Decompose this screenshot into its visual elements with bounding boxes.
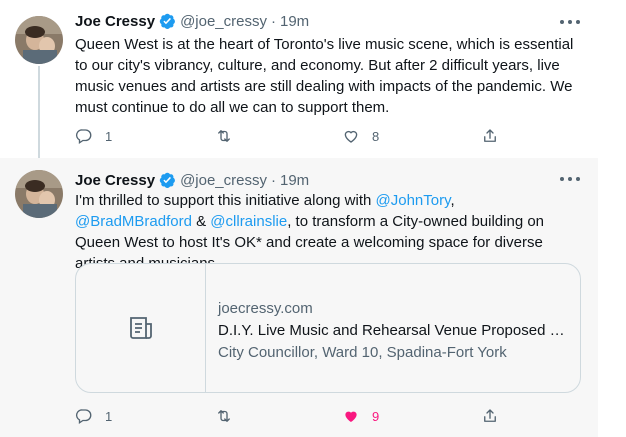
reply-count: 1 — [105, 408, 113, 424]
heart-filled-icon — [345, 411, 357, 422]
avatar[interactable] — [15, 16, 63, 64]
tweet-header: Joe Cressy @joe_cressy · 19m — [75, 170, 309, 190]
page-gutter — [598, 0, 626, 437]
verified-badge-icon — [159, 13, 176, 29]
tweet-text: Queen West is at the heart of Toronto's … — [75, 36, 574, 116]
author-name[interactable]: Joe Cressy — [75, 13, 155, 30]
more-options-icon[interactable] — [560, 13, 580, 31]
retweet-icon — [218, 410, 230, 422]
like-count: 8 — [372, 128, 380, 144]
tweet-header: Joe Cressy @joe_cressy · 19m — [75, 11, 309, 31]
reply-button[interactable]: 1 — [75, 406, 112, 426]
separator-dot: · — [271, 171, 276, 189]
retweet-button[interactable] — [215, 406, 245, 426]
retweet-icon — [218, 130, 230, 142]
reply-count: 1 — [105, 128, 113, 144]
article-icon — [129, 317, 152, 339]
tweet-text-segment: & — [191, 213, 211, 230]
mention-link[interactable]: @BradMBradford — [75, 213, 192, 230]
card-domain: joecressy.com — [218, 300, 313, 317]
share-icon — [484, 409, 496, 422]
avatar[interactable] — [15, 170, 63, 218]
timestamp[interactable]: 19m — [280, 172, 309, 189]
author-name[interactable]: Joe Cressy — [75, 172, 155, 189]
tweet[interactable]: Joe Cressy @joe_cressy · 19m I'm thrille… — [0, 158, 598, 437]
retweet-button[interactable] — [215, 126, 245, 146]
tweet-text-segment: I'm thrilled to support this initiative … — [75, 192, 376, 209]
more-options-icon[interactable] — [560, 170, 580, 188]
reply-button[interactable]: 1 — [75, 126, 112, 146]
tweet[interactable]: Joe Cressy @joe_cressy · 19m Queen West … — [0, 0, 598, 176]
verified-badge-icon — [159, 172, 176, 188]
tweet-actions: 1 9 — [75, 406, 515, 426]
separator-dot: · — [271, 12, 276, 30]
reply-icon — [75, 409, 92, 425]
author-handle[interactable]: @joe_cressy — [180, 13, 267, 30]
mention-link[interactable]: @JohnTory — [376, 192, 451, 209]
share-button[interactable] — [481, 406, 499, 426]
like-button[interactable]: 8 — [342, 126, 379, 146]
like-button[interactable]: 9 — [342, 406, 379, 426]
heart-outline-icon — [344, 130, 358, 143]
tweet-actions: 1 8 — [75, 126, 515, 146]
share-icon — [484, 129, 496, 142]
card-description: City Councillor, Ward 10, Spadina-Fort Y… — [218, 344, 507, 361]
share-button[interactable] — [481, 126, 499, 146]
timeline: Joe Cressy @joe_cressy · 19m Queen West … — [0, 0, 598, 437]
tweet-text: I'm thrilled to support this initiative … — [75, 190, 575, 274]
mention-link[interactable]: @cllrainslie — [210, 213, 287, 230]
card-thumbnail — [76, 264, 206, 392]
like-count: 9 — [372, 408, 380, 424]
reply-icon — [75, 129, 92, 145]
timestamp[interactable]: 19m — [280, 13, 309, 30]
card-body: joecressy.com D.I.Y. Live Music and Rehe… — [218, 298, 568, 364]
author-handle[interactable]: @joe_cressy — [180, 172, 267, 189]
card-title: D.I.Y. Live Music and Rehearsal Venue Pr… — [218, 322, 568, 339]
link-preview-card[interactable]: joecressy.com D.I.Y. Live Music and Rehe… — [75, 263, 581, 393]
tweet-text-segment: , — [450, 192, 455, 209]
